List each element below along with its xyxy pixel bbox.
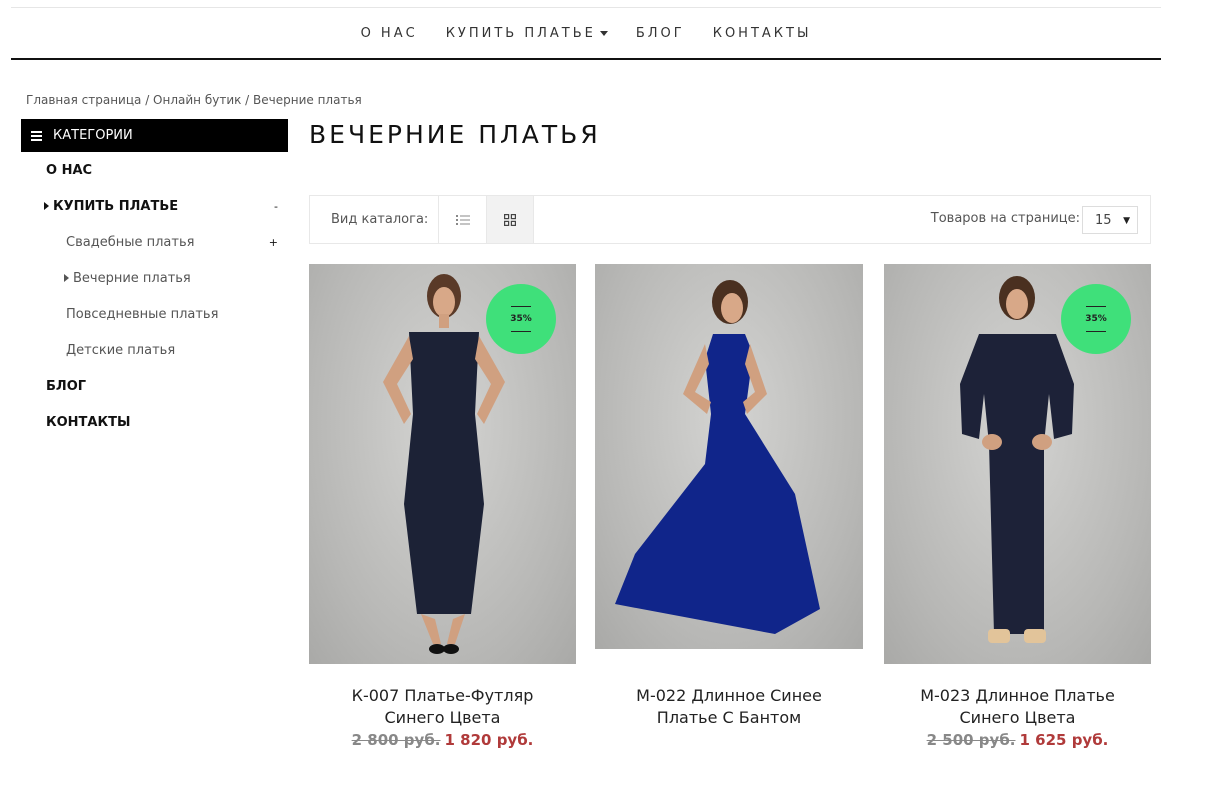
catalog-toolbar: Вид каталога: Товаров на странице: 15 ▼ — [309, 195, 1151, 244]
product-image[interactable] — [595, 264, 863, 649]
sidebar-item-kids[interactable]: Детские платья — [21, 332, 288, 368]
product-name-link[interactable]: М-022 Длинное Синее Платье С Бантом — [595, 685, 863, 729]
product-price: 2 500 руб. 1 625 руб. — [884, 729, 1151, 751]
expand-toggle[interactable]: + — [269, 236, 278, 249]
product-price — [595, 729, 863, 751]
sidebar-item-wedding[interactable]: Свадебные платья + — [21, 224, 288, 260]
sale-price: 1 625 руб. — [1019, 731, 1109, 749]
menu-icon — [31, 129, 42, 143]
nav-item-blog[interactable]: БЛОГ — [636, 26, 685, 41]
product-price: 2 800 руб. 1 820 руб. — [309, 729, 576, 751]
per-page-label: Товаров на странице: — [930, 211, 1080, 226]
sidebar-item-about[interactable]: О НАС — [21, 152, 288, 188]
old-price: 2 500 руб. — [926, 731, 1016, 749]
sale-price: 1 820 руб. — [444, 731, 534, 749]
nav-item-buy-dress[interactable]: КУПИТЬ ПЛАТЬЕ — [446, 26, 608, 41]
list-icon — [455, 214, 470, 225]
collapse-toggle[interactable]: - — [274, 200, 278, 213]
discount-badge: 35% — [1061, 284, 1131, 354]
product-card: М-022 Длинное Синее Платье С Бантом — [595, 264, 863, 751]
product-card: 35% К-007 Платье-Футляр Синего Цвета 2 8… — [309, 264, 576, 751]
sidebar-item-buy-dress[interactable]: КУПИТЬ ПЛАТЬЕ - — [21, 188, 288, 224]
sidebar-item-contacts[interactable]: КОНТАКТЫ — [21, 404, 288, 440]
model-figure — [615, 280, 820, 634]
product-card: 35% М-023 Длинное Платье Синего Цвета 2 … — [884, 264, 1151, 751]
product-name-link[interactable]: М-023 Длинное Платье Синего Цвета — [884, 685, 1151, 729]
breadcrumb-boutique[interactable]: Онлайн бутик — [153, 93, 241, 107]
breadcrumb-home[interactable]: Главная страница — [26, 93, 141, 107]
sidebar-item-evening[interactable]: Вечерние платья — [21, 260, 288, 296]
discount-badge: 35% — [486, 284, 556, 354]
nav-item-contacts[interactable]: КОНТАКТЫ — [713, 26, 812, 41]
breadcrumb-current: Вечерние платья — [253, 93, 362, 107]
per-page-select[interactable]: 15 ▼ — [1082, 206, 1138, 234]
categories-header[interactable]: КАТЕГОРИИ — [21, 119, 288, 152]
sidebar-item-casual[interactable]: Повседневные платья — [21, 296, 288, 332]
view-label: Вид каталога: — [331, 212, 429, 227]
top-navigation: О НАС КУПИТЬ ПЛАТЬЕ БЛОГ КОНТАКТЫ — [11, 7, 1161, 60]
grid-view-button[interactable] — [486, 196, 534, 243]
old-price: 2 800 руб. — [351, 731, 441, 749]
nav-item-about[interactable]: О НАС — [361, 26, 418, 41]
dropdown-arrow-icon: ▼ — [1123, 216, 1130, 226]
product-image[interactable]: 35% — [309, 264, 576, 664]
caret-down-icon — [599, 30, 608, 36]
grid-icon — [504, 213, 516, 226]
breadcrumb: Главная страница / Онлайн бутик / Вечерн… — [26, 93, 362, 107]
sidebar-item-blog[interactable]: БЛОГ — [21, 368, 288, 404]
caret-right-icon — [64, 274, 69, 282]
page-title: ВЕЧЕРНИЕ ПЛАТЬЯ — [309, 120, 601, 149]
product-image[interactable]: 35% — [884, 264, 1151, 664]
caret-right-icon — [44, 202, 49, 210]
product-name-link[interactable]: К-007 Платье-Футляр Синего Цвета — [309, 685, 576, 729]
list-view-button[interactable] — [438, 196, 486, 243]
